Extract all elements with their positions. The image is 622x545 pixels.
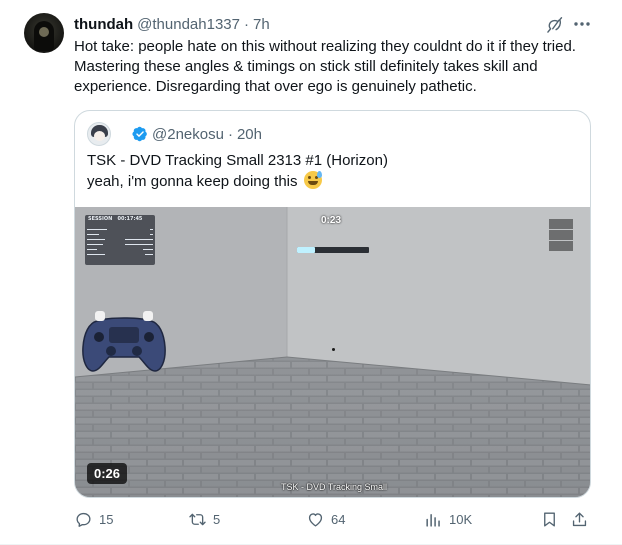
bookmark-button[interactable] <box>540 508 565 530</box>
more-icon[interactable] <box>571 14 593 34</box>
views-count: 10K <box>449 511 473 527</box>
quoted-header: @2nekosu · 20h <box>132 124 262 144</box>
quoted-body-text: yeah, i'm gonna keep doing this <box>87 173 298 190</box>
hud-timer: 0:23 <box>321 215 342 226</box>
quoted-text: TSK - DVD Tracking Small 2313 #1 (Horizo… <box>87 150 577 192</box>
quoted-header-separator: · <box>227 125 233 143</box>
gamepad-icon <box>82 311 166 372</box>
quoted-tweet[interactable]: @2nekosu · 20h TSK - DVD Tracking Small … <box>74 110 591 498</box>
video-caption: TSK - DVD Tracking Small <box>281 482 388 492</box>
tweet-text: Hot take: people hate on this without re… <box>74 38 576 95</box>
hud-readout <box>549 219 573 229</box>
tweet[interactable]: thundah @thundah1337 · 7h Hot take: peop… <box>0 0 622 545</box>
hud-session-label: SESSION 00:17:45 <box>88 216 143 222</box>
share-button[interactable] <box>570 508 595 530</box>
avatar-face-shape <box>94 131 105 141</box>
avatar-face-shape <box>39 27 49 37</box>
reply-button[interactable]: 15 <box>74 508 113 530</box>
hud-readout <box>549 230 573 240</box>
repost-icon <box>189 513 206 525</box>
embedded-video[interactable]: SESSION 00:17:45 0:23 0:26 TSK - DVD Tra… <box>75 207 590 497</box>
grok-icon[interactable] <box>545 15 565 35</box>
share-icon <box>572 511 587 526</box>
author-handle[interactable]: @thundah1337 <box>137 16 240 33</box>
sweat-smile-emoji-icon <box>303 171 322 189</box>
hud-right-readouts <box>549 219 573 252</box>
quoted-title-line: TSK - DVD Tracking Small 2313 #1 (Horizo… <box>87 152 388 169</box>
hud-progress-fill <box>297 247 315 253</box>
views-icon <box>426 513 440 527</box>
tweet-actions: 15 5 64 10K <box>74 508 594 532</box>
hud-stats-rows <box>87 227 153 257</box>
author-avatar[interactable] <box>24 13 64 53</box>
quoted-body-line: yeah, i'm gonna keep doing this <box>87 171 577 192</box>
views-button[interactable]: 10K <box>424 508 472 530</box>
bookmark-icon <box>544 511 555 527</box>
author-name[interactable]: thundah <box>74 16 133 33</box>
verified-badge-icon <box>132 126 147 142</box>
crosshair <box>332 348 335 351</box>
tweet-header: thundah @thundah1337 · 7h <box>74 14 270 34</box>
hud-readout <box>549 241 573 251</box>
video-duration: 0:26 <box>87 463 128 484</box>
heart-icon <box>308 512 323 527</box>
reply-count: 15 <box>99 511 114 527</box>
header-separator: · <box>243 15 249 33</box>
reply-icon <box>76 512 91 527</box>
like-button[interactable]: 64 <box>306 508 345 530</box>
hud-progress-bar <box>297 247 369 253</box>
quoted-handle[interactable]: @2nekosu <box>152 126 224 143</box>
repost-button[interactable]: 5 <box>188 508 220 530</box>
post-time[interactable]: 7h <box>253 16 270 33</box>
quoted-time[interactable]: 20h <box>237 126 262 143</box>
repost-count: 5 <box>213 511 221 527</box>
quoted-author-avatar[interactable] <box>87 122 111 146</box>
like-count: 64 <box>331 511 346 527</box>
